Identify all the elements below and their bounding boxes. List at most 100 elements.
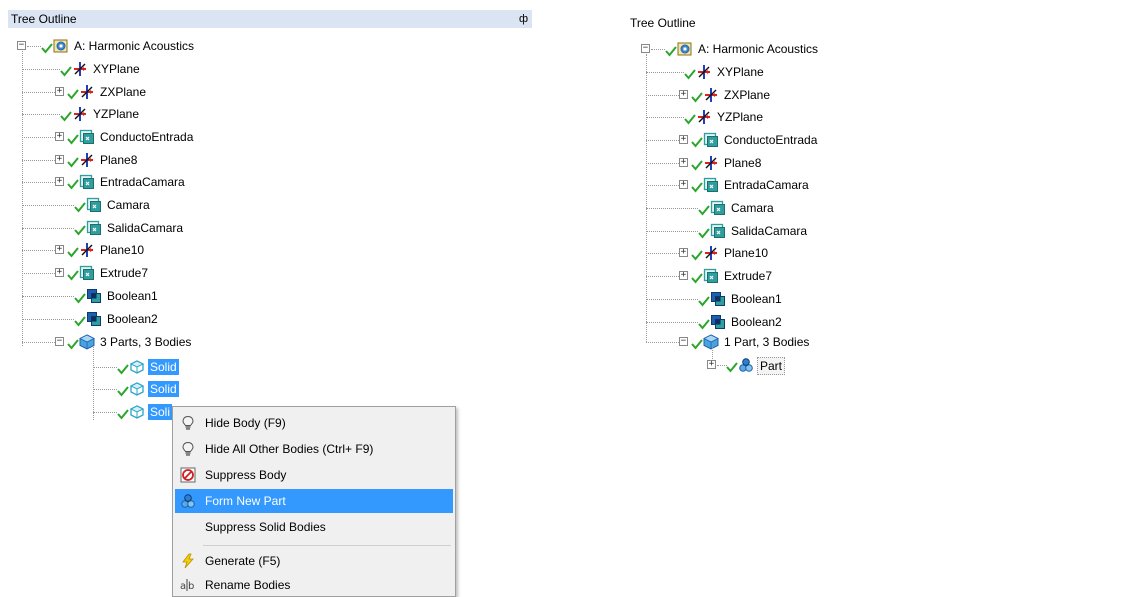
check-icon bbox=[67, 269, 79, 281]
check-icon bbox=[117, 385, 129, 397]
feature-icon bbox=[86, 220, 102, 236]
menu-item-form-new-part[interactable]: Form New Part bbox=[175, 489, 453, 513]
tree-item[interactable]: Boolean1 bbox=[729, 291, 784, 307]
tree-item[interactable]: XYPlane bbox=[91, 61, 142, 77]
part-item[interactable]: Part bbox=[757, 357, 786, 375]
check-icon bbox=[117, 408, 129, 420]
check-icon bbox=[74, 292, 86, 304]
tree-root-label[interactable]: A: Harmonic Acoustics bbox=[696, 41, 820, 57]
bodies-icon bbox=[703, 334, 719, 350]
feature-icon bbox=[86, 197, 102, 213]
tree-item[interactable]: Plane8 bbox=[98, 152, 139, 168]
feature-icon bbox=[703, 268, 719, 284]
tree-item[interactable]: Camara bbox=[729, 200, 776, 216]
plane-icon bbox=[79, 152, 95, 168]
tree-item[interactable]: ZXPlane bbox=[98, 84, 148, 100]
menu-item-label: Generate (F5) bbox=[205, 554, 281, 568]
tree-item[interactable]: EntradaCamara bbox=[98, 174, 187, 190]
expand-toggle[interactable]: + bbox=[707, 360, 716, 369]
plane-icon bbox=[72, 106, 88, 122]
solid-body-icon bbox=[129, 404, 145, 420]
expand-toggle[interactable]: + bbox=[55, 132, 64, 141]
menu-item-label: Suppress Body bbox=[205, 468, 287, 482]
expand-toggle[interactable]: + bbox=[679, 158, 688, 167]
tree-item[interactable]: EntradaCamara bbox=[722, 177, 811, 193]
menu-item-label: Hide Body (F9) bbox=[205, 416, 286, 430]
plane-icon bbox=[703, 87, 719, 103]
plane-icon bbox=[696, 64, 712, 80]
expand-toggle[interactable]: + bbox=[55, 245, 64, 254]
check-icon bbox=[67, 133, 79, 145]
expand-toggle[interactable]: + bbox=[55, 268, 64, 277]
collapse-toggle[interactable]: − bbox=[55, 337, 64, 346]
tree-item[interactable]: Boolean2 bbox=[729, 314, 784, 330]
expand-toggle[interactable]: + bbox=[679, 248, 688, 257]
menu-separator bbox=[203, 545, 451, 546]
expand-toggle[interactable]: + bbox=[679, 271, 688, 280]
check-icon bbox=[691, 249, 703, 261]
check-icon bbox=[691, 338, 703, 350]
feature-icon bbox=[79, 265, 95, 281]
tree-item[interactable]: ConductoEntrada bbox=[98, 129, 195, 145]
tree-item[interactable]: Boolean1 bbox=[105, 288, 160, 304]
menu-item-label: Hide All Other Bodies (Ctrl+ F9) bbox=[205, 442, 374, 456]
tree-item[interactable]: SalidaCamara bbox=[105, 220, 185, 236]
solid-body-item[interactable]: Solid bbox=[148, 381, 179, 397]
tree-item[interactable]: ZXPlane bbox=[722, 87, 772, 103]
check-icon bbox=[60, 65, 72, 77]
plane-icon bbox=[696, 109, 712, 125]
tree-item[interactable]: XYPlane bbox=[715, 64, 766, 80]
expand-toggle[interactable]: + bbox=[679, 180, 688, 189]
expand-toggle[interactable]: + bbox=[55, 87, 64, 96]
collapse-toggle[interactable]: − bbox=[641, 44, 650, 53]
tree-item[interactable]: YZPlane bbox=[91, 106, 141, 122]
expand-toggle[interactable]: + bbox=[679, 90, 688, 99]
tree-item[interactable]: Extrude7 bbox=[98, 265, 150, 281]
menu-item-rename-bodies[interactable]: Rename Bodies bbox=[175, 573, 453, 597]
menu-item-hide-body[interactable]: Hide Body (F9) bbox=[175, 411, 453, 435]
boolean-icon bbox=[86, 288, 102, 304]
tree-item[interactable]: Camara bbox=[105, 197, 152, 213]
tree-item[interactable]: SalidaCamara bbox=[729, 223, 809, 239]
tree-item[interactable]: Plane10 bbox=[98, 242, 146, 258]
plane-icon bbox=[79, 242, 95, 258]
tree-item[interactable]: 1 Part, 3 Bodies bbox=[722, 334, 811, 350]
feature-icon bbox=[703, 132, 719, 148]
check-icon bbox=[74, 224, 86, 236]
check-icon bbox=[67, 178, 79, 190]
check-icon bbox=[74, 315, 86, 327]
collapse-toggle[interactable]: − bbox=[679, 337, 688, 346]
expand-toggle[interactable]: + bbox=[55, 177, 64, 186]
tree-item[interactable]: ConductoEntrada bbox=[722, 132, 819, 148]
check-icon bbox=[726, 361, 738, 373]
menu-item-suppress-body[interactable]: Suppress Body bbox=[175, 463, 453, 487]
model-root-icon bbox=[53, 38, 69, 54]
solid-body-item[interactable]: Solid bbox=[148, 359, 179, 375]
check-icon bbox=[698, 295, 710, 307]
collapse-toggle[interactable]: − bbox=[17, 41, 26, 50]
tree-item[interactable]: Plane10 bbox=[722, 245, 770, 261]
plane-icon bbox=[72, 61, 88, 77]
boolean-icon bbox=[710, 314, 726, 330]
tree-item[interactable]: Plane8 bbox=[722, 155, 763, 171]
menu-item-suppress-solid-bodies[interactable]: Suppress Solid Bodies bbox=[175, 515, 453, 539]
tree-item[interactable]: YZPlane bbox=[715, 109, 765, 125]
check-icon bbox=[698, 204, 710, 216]
menu-item-generate[interactable]: Generate (F5) bbox=[175, 549, 453, 573]
tree-item[interactable]: Boolean2 bbox=[105, 311, 160, 327]
check-icon bbox=[665, 45, 677, 57]
menu-item-hide-all-other-bodies[interactable]: Hide All Other Bodies (Ctrl+ F9) bbox=[175, 437, 453, 461]
check-icon bbox=[684, 68, 696, 80]
expand-toggle[interactable]: + bbox=[55, 155, 64, 164]
solid-body-item[interactable]: Soli bbox=[148, 404, 173, 420]
tree-outline-title-bar: Tree Outline ф bbox=[8, 10, 532, 28]
suppress-icon bbox=[180, 467, 196, 483]
new-part-icon bbox=[180, 493, 196, 509]
right-tree-panel: Tree Outline − A: Harmonic Acoustics XYP… bbox=[624, 0, 1131, 597]
rename-icon bbox=[180, 577, 196, 593]
pin-icon[interactable]: ф bbox=[519, 10, 528, 28]
expand-toggle[interactable]: + bbox=[679, 135, 688, 144]
tree-root-label[interactable]: A: Harmonic Acoustics bbox=[72, 38, 196, 54]
tree-item[interactable]: Extrude7 bbox=[722, 268, 774, 284]
tree-item[interactable]: 3 Parts, 3 Bodies bbox=[98, 334, 193, 350]
